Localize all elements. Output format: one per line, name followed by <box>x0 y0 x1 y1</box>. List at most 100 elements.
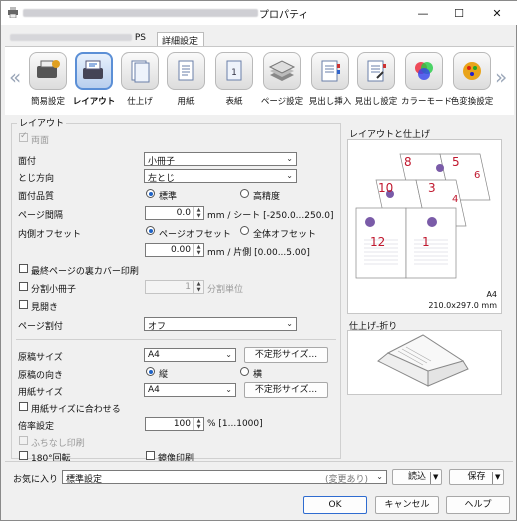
ribbon-tab-settings[interactable]: 見出し設定 <box>353 52 399 116</box>
zoom-unit: % [1...1000] <box>207 419 263 429</box>
imposition-value: 小冊子 <box>148 157 176 167</box>
rotate180-checkbox[interactable] <box>19 451 28 460</box>
chevron-down-icon: ⌄ <box>376 472 383 481</box>
dropdown-arrow-icon[interactable]: ▼ <box>495 470 500 484</box>
spread-checkbox[interactable] <box>19 300 28 309</box>
ribbon-layout[interactable]: レイアウト <box>71 52 117 116</box>
inner-offset-label: 内側オフセット <box>18 230 82 240</box>
quality-standard-radio[interactable] <box>146 189 155 198</box>
split-booklet-value: 1 <box>185 282 191 292</box>
original-size-select[interactable]: A4 ⌄ <box>144 348 236 362</box>
ribbon-cover[interactable]: 1 表紙 <box>211 52 257 116</box>
tab-ps[interactable]: PS <box>6 32 157 46</box>
settings-ribbon: « » 簡易設定 レイアウト 仕上げ 用紙 1 表紙 ページ設定 見出し挿入 見… <box>5 46 514 115</box>
split-booklet-checkbox[interactable] <box>19 282 28 291</box>
tab-insert-icon <box>311 52 349 90</box>
layout-group-label: レイアウト <box>17 116 67 129</box>
color-mode-icon <box>405 52 443 90</box>
split-booklet-input[interactable]: 1 ▲ ▼ <box>145 280 204 294</box>
chevron-down-icon: ⌄ <box>286 154 293 163</box>
paper-custom-size-button[interactable]: 不定形サイズ... <box>244 382 328 398</box>
cancel-button[interactable]: キャンセル <box>375 496 439 514</box>
ribbon-tab-insert[interactable]: 見出し挿入 <box>307 52 353 116</box>
duplex-label: 両面 <box>31 136 50 146</box>
duplex-checkbox[interactable] <box>19 131 28 142</box>
borderless-label: ふちなし印刷 <box>31 439 85 449</box>
minimize-button[interactable]: — <box>408 1 438 25</box>
portrait-radio[interactable] <box>146 367 155 376</box>
mirror-checkbox[interactable] <box>146 451 155 460</box>
divider <box>16 339 336 340</box>
divider <box>5 461 513 462</box>
preview-page-number: 3 <box>428 181 436 195</box>
tab-advanced[interactable]: 詳細設定 <box>157 32 204 47</box>
ribbon-tab-settings-label: 見出し設定 <box>354 97 398 107</box>
chevron-down-icon: ⌄ <box>225 385 232 394</box>
title-printer-name-redacted <box>23 9 258 17</box>
page-offset-radio[interactable] <box>146 226 155 235</box>
zoom-value: 100 <box>173 419 191 429</box>
divider <box>430 472 431 484</box>
finishing-icon <box>121 52 159 90</box>
close-button[interactable]: ✕ <box>482 1 512 25</box>
ribbon-paper[interactable]: 用紙 <box>163 52 209 116</box>
paper-icon <box>167 52 205 90</box>
ribbon-color-conversion[interactable]: 色変換設定 <box>449 52 495 116</box>
favorites-select[interactable]: 標準設定 (変更あり) ⌄ <box>62 470 387 485</box>
landscape-radio[interactable] <box>240 367 249 376</box>
spin-arrows-icon[interactable]: ▲ ▼ <box>193 207 203 219</box>
zoom-label: 倍率設定 <box>18 422 55 432</box>
inner-offset-unit: mm / 片側 [0.00...5.00] <box>207 248 310 258</box>
zoom-input[interactable]: 100 ▲ ▼ <box>145 417 204 431</box>
page-split-select[interactable]: オフ ⌄ <box>144 317 297 332</box>
chevron-down-icon: ⌄ <box>286 319 293 328</box>
maximize-button[interactable]: ☐ <box>444 1 474 25</box>
ribbon-scroll-left-icon[interactable]: « <box>9 65 21 89</box>
preview-page-number: 10 <box>378 181 393 195</box>
ribbon-tab-insert-label: 見出し挿入 <box>308 97 352 107</box>
ribbon-quick-settings[interactable]: 簡易設定 <box>25 52 71 116</box>
ribbon-paper-label: 用紙 <box>177 97 195 107</box>
original-custom-size-button[interactable]: 不定形サイズ... <box>244 347 328 363</box>
whole-offset-radio[interactable] <box>240 226 249 235</box>
quality-high-radio[interactable] <box>240 189 249 198</box>
imposition-label: 面付 <box>18 157 37 167</box>
dropdown-arrow-icon[interactable]: ▼ <box>433 470 438 484</box>
divider <box>492 472 493 484</box>
ribbon-scroll-right-icon[interactable]: » <box>495 65 507 89</box>
fit-paper-checkbox[interactable] <box>19 402 28 411</box>
inner-offset-input[interactable]: 0.00 ▲ ▼ <box>145 243 204 257</box>
preview-dimensions: 210.0x297.0 mm <box>428 301 497 310</box>
help-button[interactable]: ヘルプ <box>446 496 510 514</box>
borderless-checkbox[interactable] <box>19 436 28 445</box>
load-label: 読込 <box>407 472 426 482</box>
finishing-preview <box>347 330 502 395</box>
ribbon-layout-label: レイアウト <box>72 97 116 107</box>
spin-arrows-icon[interactable]: ▲ ▼ <box>193 244 203 256</box>
page-split-label: ページ割付 <box>18 322 63 332</box>
window-title: プロパティ <box>259 10 309 21</box>
ribbon-finishing-label: 仕上げ <box>127 97 153 107</box>
cover-page-icon: 1 <box>215 52 253 90</box>
quality-label: 面付品質 <box>18 192 55 202</box>
imposition-select[interactable]: 小冊子 ⌄ <box>144 152 297 167</box>
preview-page-number: 1 <box>422 235 430 249</box>
ribbon-color-mode[interactable]: カラーモード <box>401 52 452 116</box>
orientation-label: 原稿の向き <box>18 371 64 381</box>
ribbon-finishing[interactable]: 仕上げ <box>117 52 163 116</box>
save-button[interactable]: 保存 ▼ <box>449 469 504 485</box>
spin-arrows-icon[interactable]: ▲ ▼ <box>193 281 203 293</box>
load-button[interactable]: 読込 ▼ <box>392 469 442 485</box>
binding-select[interactable]: 左とじ ⌄ <box>144 169 297 184</box>
paper-size-label: 用紙サイズ <box>18 388 63 398</box>
spin-arrows-icon[interactable]: ▲ ▼ <box>193 418 203 430</box>
ribbon-page-setup-label: ページ設定 <box>260 97 304 107</box>
quality-high-label: 高精度 <box>253 192 281 202</box>
ok-button[interactable]: OK <box>303 496 367 514</box>
ribbon-page-setup[interactable]: ページ設定 <box>259 52 305 116</box>
preview-page-number: 4 <box>452 194 458 205</box>
paper-size-select[interactable]: A4 ⌄ <box>144 383 236 397</box>
page-gap-input[interactable]: 0.0 ▲ ▼ <box>145 206 204 220</box>
last-page-back-checkbox[interactable] <box>19 264 28 273</box>
preview-page-number: 5 <box>452 155 460 169</box>
